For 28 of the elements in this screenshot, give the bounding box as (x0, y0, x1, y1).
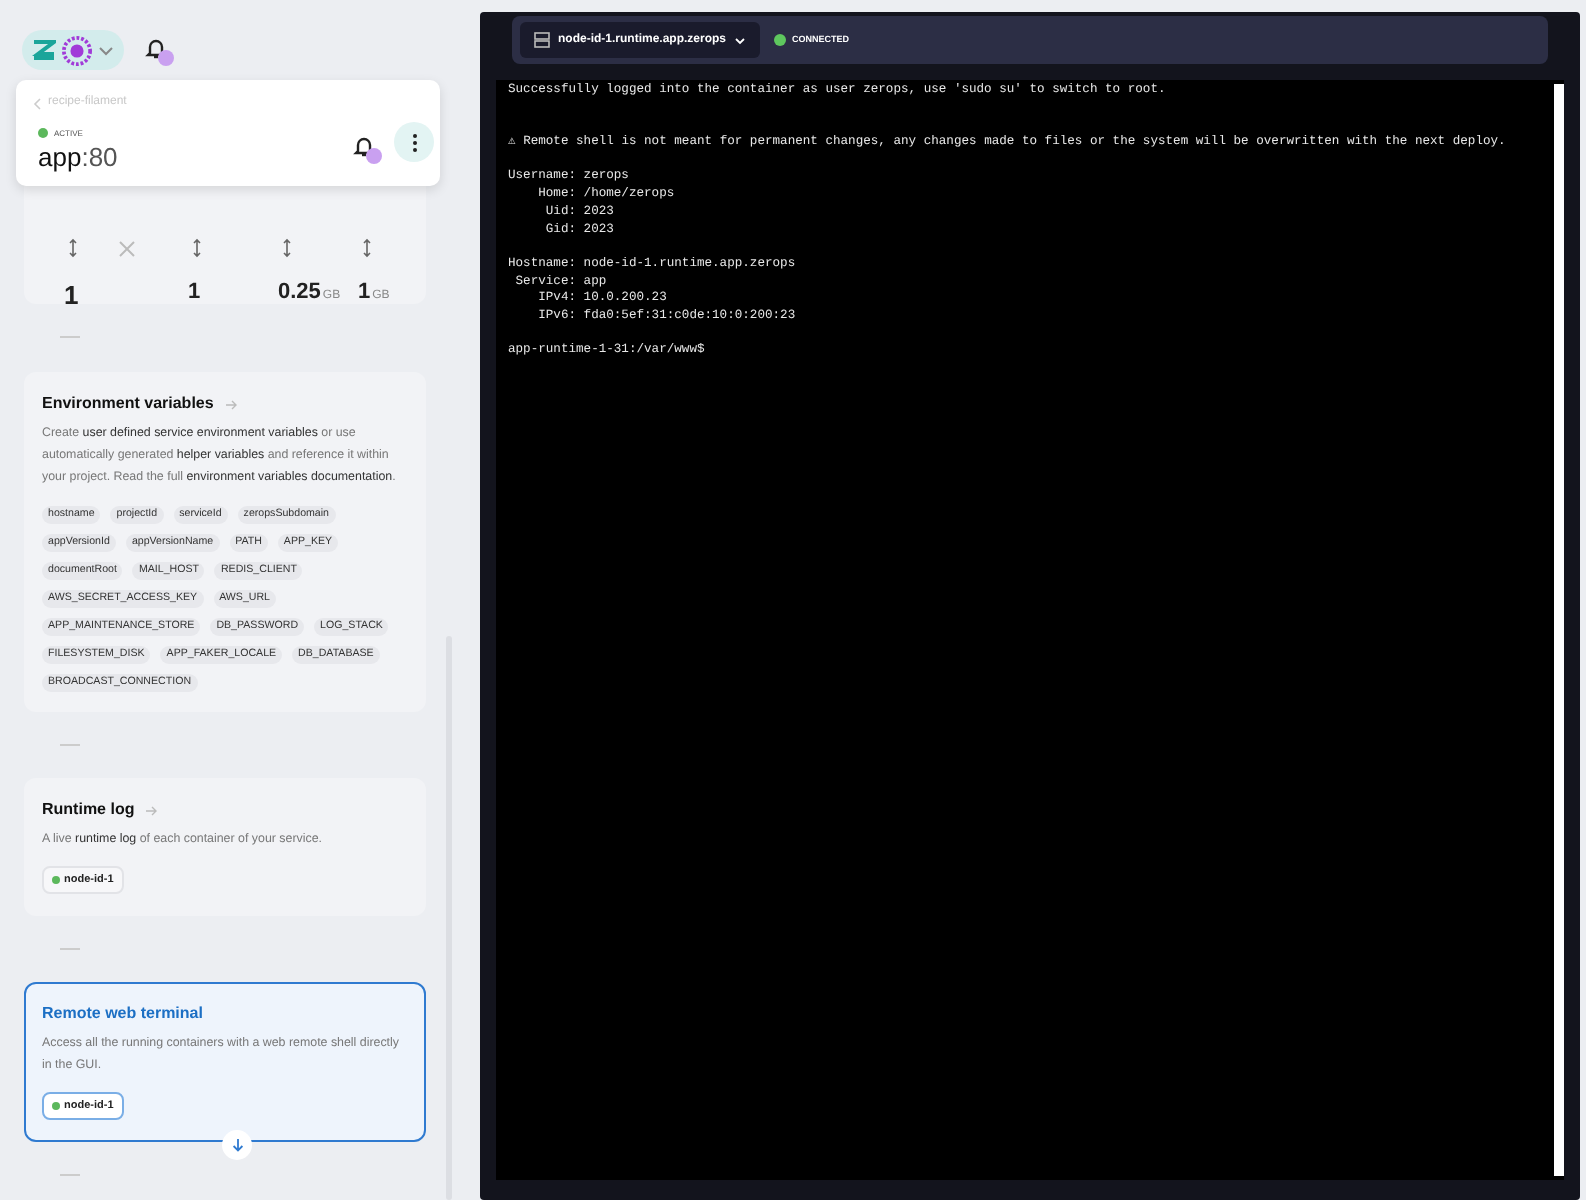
section-title: Runtime log (42, 798, 135, 822)
scale-value: 1 (64, 278, 79, 314)
multiply-icon (118, 240, 136, 258)
scroll-down-button[interactable] (222, 1130, 252, 1160)
flower-icon (62, 35, 92, 65)
scale-value: 1 (358, 278, 371, 308)
more-button[interactable] (394, 122, 434, 162)
port-label: :80 (81, 142, 118, 174)
more-vertical-icon (411, 133, 417, 151)
chevron-down-icon (98, 42, 114, 58)
server-icon (534, 32, 550, 48)
chevron-down-icon (734, 35, 747, 45)
arrow-down-icon (231, 1138, 243, 1152)
scale-value: 0.25 (278, 278, 321, 308)
section-title: Remote web terminal (42, 1002, 203, 1026)
bell-icon[interactable] (144, 36, 168, 60)
section-title: Environment variables (42, 392, 214, 416)
bell-icon[interactable] (352, 134, 376, 158)
resize-arrow-icon (68, 238, 78, 258)
resize-arrow-icon (282, 238, 292, 258)
scale-value: 1 (188, 278, 201, 308)
section-card[interactable] (24, 372, 426, 712)
resize-arrow-icon (192, 238, 202, 258)
resize-arrow-icon (362, 238, 372, 258)
project-switcher[interactable] (22, 30, 124, 70)
service-name: app (38, 142, 82, 174)
scrollbar[interactable] (1554, 84, 1564, 1176)
logo-icon (32, 38, 56, 62)
